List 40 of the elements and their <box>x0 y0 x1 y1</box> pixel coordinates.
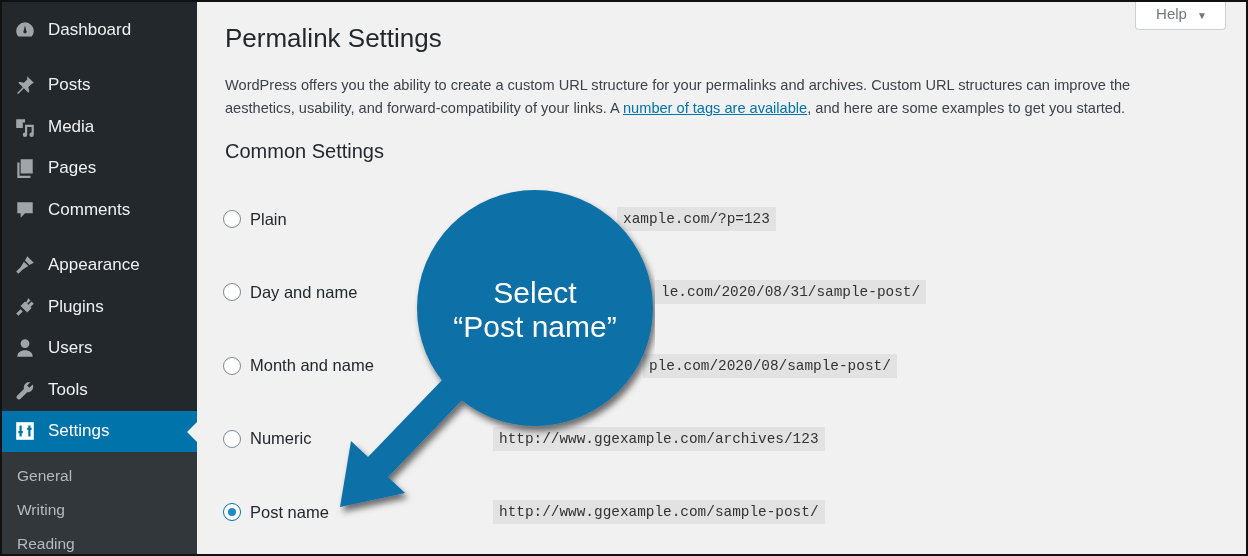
sidebar-item[interactable]: Media <box>2 106 197 148</box>
tags-link[interactable]: number of tags are available <box>623 100 808 116</box>
url-example: http://www.ggexample.com/archives/123 <box>493 426 825 451</box>
option-label: Month and name <box>250 356 374 376</box>
sidebar-item[interactable]: Appearance <box>2 244 197 286</box>
option-label: Day and name <box>250 282 358 302</box>
url-example: le.com/2020/08/31/sample-post/ <box>655 280 927 305</box>
help-button[interactable]: Help ▼ <box>1135 2 1226 30</box>
radio-button[interactable] <box>223 356 241 375</box>
sidebar-item[interactable]: Tools <box>2 369 197 411</box>
plug-icon <box>14 295 36 318</box>
radio-button[interactable] <box>223 503 241 522</box>
pin-icon <box>14 74 36 97</box>
option-label: Numeric <box>250 429 312 449</box>
settings-icon <box>14 420 36 443</box>
page-title: Permalink Settings <box>225 23 443 54</box>
submenu-item[interactable]: General <box>2 460 197 494</box>
sidebar-item[interactable]: Comments <box>2 189 197 231</box>
sidebar-item[interactable]: Dashboard <box>2 9 197 51</box>
option-label: Plain <box>250 209 287 229</box>
user-icon <box>14 337 36 360</box>
sidebar-item[interactable]: Plugins <box>2 286 197 328</box>
sidebar-item[interactable]: Settings <box>2 410 197 452</box>
url-example: ple.com/2020/08/sample-post/ <box>643 353 897 378</box>
url-example: http://www.ggexample.com/sample-post/ <box>493 500 825 525</box>
radio-button[interactable] <box>223 429 241 448</box>
brush-icon <box>14 254 36 277</box>
submenu-item[interactable]: Writing <box>2 494 197 528</box>
section-title: Common Settings <box>225 140 385 163</box>
radio-button[interactable] <box>223 210 241 228</box>
radio-button[interactable] <box>223 283 241 302</box>
submenu-item[interactable]: Reading <box>2 528 197 554</box>
sidebar-item[interactable]: Pages <box>2 147 197 189</box>
description-text: WordPress offers you the ability to create a custom URL structure for your permalinks and archives. Custom URL structures can improve the aesthetics, usability, and forward-compatibility of your links. A number of tags are available, and here are some examples to get you started. <box>225 76 1132 118</box>
url-example: xample.com/?p=123 <box>617 207 776 231</box>
callout-text: Select “Post name” <box>452 276 618 344</box>
pages-icon <box>14 157 36 180</box>
option-label: Post name <box>250 502 329 522</box>
sidebar-item[interactable]: Posts <box>2 64 197 106</box>
sidebar-item[interactable]: Users <box>2 327 197 369</box>
